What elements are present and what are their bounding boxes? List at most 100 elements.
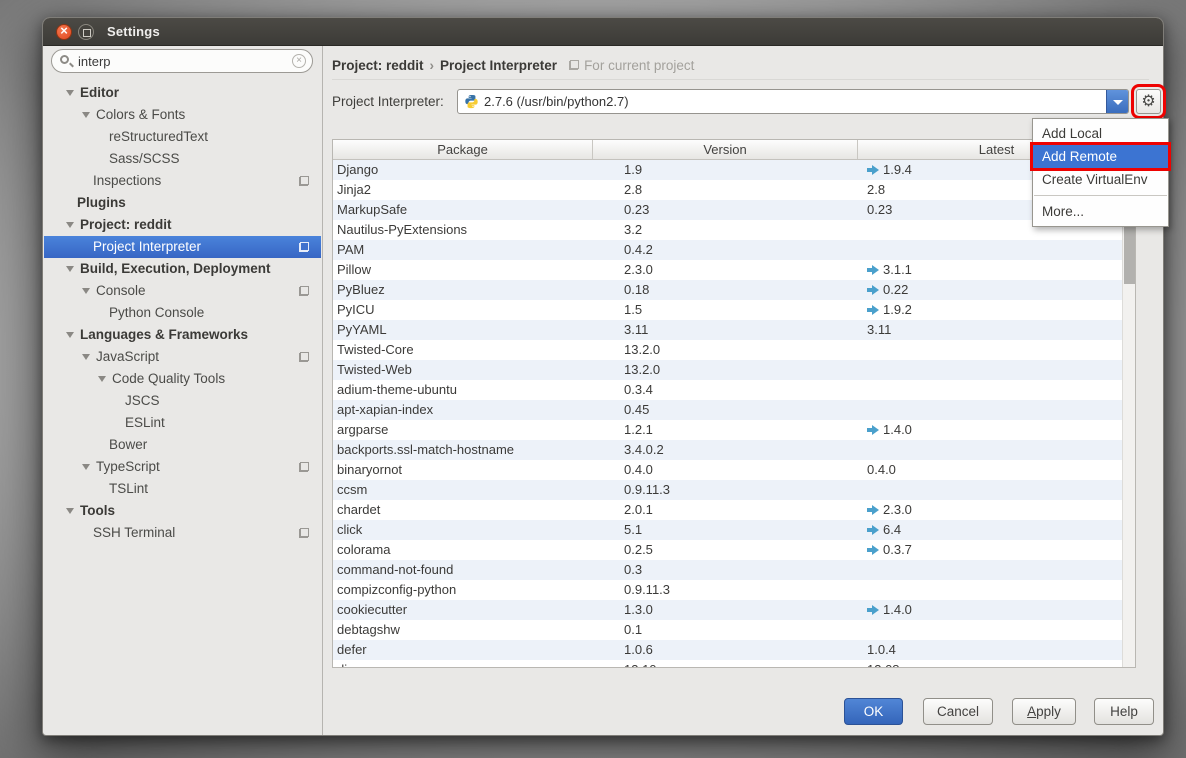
version-cell: 1.2.1 bbox=[593, 420, 858, 440]
table-row[interactable]: chardet2.0.12.3.0 bbox=[333, 500, 1123, 520]
sidebar-item-plugins[interactable]: Plugins bbox=[44, 192, 321, 214]
table-row[interactable]: argparse1.2.11.4.0 bbox=[333, 420, 1123, 440]
package-name-cell: click bbox=[333, 520, 593, 540]
table-row[interactable]: Nautilus-PyExtensions3.2 bbox=[333, 220, 1123, 240]
sidebar-item-label: JavaScript bbox=[96, 349, 159, 364]
table-row[interactable]: Django1.91.9.4 bbox=[333, 160, 1123, 180]
sidebar-item-label: Colors & Fonts bbox=[96, 107, 185, 122]
table-row[interactable]: dirspec13.1013.08 bbox=[333, 660, 1123, 668]
sidebar-item-python-console[interactable]: Python Console bbox=[44, 302, 321, 324]
table-row[interactable]: adium-theme-ubuntu0.3.4 bbox=[333, 380, 1123, 400]
help-button[interactable]: Help bbox=[1094, 698, 1154, 725]
tree-expanded-icon[interactable] bbox=[98, 376, 106, 382]
gear-icon[interactable]: ⚙ bbox=[1136, 89, 1161, 114]
column-header-package[interactable]: Package bbox=[333, 140, 593, 159]
table-row[interactable]: backports.ssl-match-hostname3.4.0.2 bbox=[333, 440, 1123, 460]
tree-expanded-icon[interactable] bbox=[82, 112, 90, 118]
tree-expanded-icon[interactable] bbox=[66, 90, 74, 96]
page-title: Project Interpreter bbox=[440, 58, 557, 73]
version-cell: 13.10 bbox=[593, 660, 858, 668]
table-header: PackageVersionLatest bbox=[333, 140, 1135, 160]
maximize-icon[interactable] bbox=[78, 24, 94, 40]
table-row[interactable]: click5.16.4 bbox=[333, 520, 1123, 540]
search-input[interactable] bbox=[51, 49, 313, 73]
tree-expanded-icon[interactable] bbox=[66, 508, 74, 514]
sidebar-item-eslint[interactable]: ESLint bbox=[44, 412, 321, 434]
tree-expanded-icon[interactable] bbox=[82, 288, 90, 294]
cancel-button[interactable]: Cancel bbox=[923, 698, 993, 725]
sidebar-item-bower[interactable]: Bower bbox=[44, 434, 321, 456]
close-icon[interactable] bbox=[56, 24, 72, 40]
latest-cell: 6.4 bbox=[858, 520, 1123, 540]
sidebar-item-project-interpreter[interactable]: Project Interpreter bbox=[44, 236, 321, 258]
table-row[interactable]: ccsm0.9.11.3 bbox=[333, 480, 1123, 500]
version-cell: 13.2.0 bbox=[593, 360, 858, 380]
version-cell: 0.1 bbox=[593, 620, 858, 640]
package-name-cell: colorama bbox=[333, 540, 593, 560]
version-cell: 1.9 bbox=[593, 160, 858, 180]
table-row[interactable]: Pillow2.3.03.1.1 bbox=[333, 260, 1123, 280]
table-row[interactable]: compizconfig-python0.9.11.3 bbox=[333, 580, 1123, 600]
table-row[interactable]: defer1.0.61.0.4 bbox=[333, 640, 1123, 660]
copy-settings-icon bbox=[299, 242, 309, 252]
menu-item-create-virtualenv[interactable]: Create VirtualEnv bbox=[1033, 168, 1168, 191]
table-row[interactable]: binaryornot0.4.00.4.0 bbox=[333, 460, 1123, 480]
menu-item-add-remote[interactable]: Add Remote bbox=[1033, 145, 1168, 168]
table-row[interactable]: cookiecutter1.3.01.4.0 bbox=[333, 600, 1123, 620]
vertical-scrollbar[interactable] bbox=[1122, 160, 1135, 667]
sidebar-item-jscs[interactable]: JSCS bbox=[44, 390, 321, 412]
chevron-down-icon[interactable] bbox=[1106, 90, 1128, 113]
window-titlebar[interactable]: Settings bbox=[43, 18, 1163, 46]
table-row[interactable]: PAM0.4.2 bbox=[333, 240, 1123, 260]
upgrade-arrow-icon bbox=[867, 525, 879, 534]
clear-search-icon[interactable]: × bbox=[292, 54, 306, 68]
ok-button[interactable]: OK bbox=[844, 698, 903, 725]
sidebar-item-colors-fonts[interactable]: Colors & Fonts bbox=[44, 104, 321, 126]
sidebar-item-sass-scss[interactable]: Sass/SCSS bbox=[44, 148, 321, 170]
latest-cell: 3.11 bbox=[858, 320, 1123, 340]
latest-cell: 0.22 bbox=[858, 280, 1123, 300]
menu-item-more-[interactable]: More... bbox=[1033, 200, 1168, 223]
sidebar-item-typescript[interactable]: TypeScript bbox=[44, 456, 321, 478]
sidebar-item-label: ESLint bbox=[125, 415, 165, 430]
sidebar-item-languages-frameworks[interactable]: Languages & Frameworks bbox=[44, 324, 321, 346]
apply-button[interactable]: Apply bbox=[1012, 698, 1076, 725]
table-row[interactable]: colorama0.2.50.3.7 bbox=[333, 540, 1123, 560]
sidebar-item-javascript[interactable]: JavaScript bbox=[44, 346, 321, 368]
table-row[interactable]: PyBluez0.180.22 bbox=[333, 280, 1123, 300]
copy-settings-icon bbox=[299, 528, 309, 538]
sidebar-item-code-quality-tools[interactable]: Code Quality Tools bbox=[44, 368, 321, 390]
package-name-cell: PyICU bbox=[333, 300, 593, 320]
sidebar-item-ssh-terminal[interactable]: SSH Terminal bbox=[44, 522, 321, 544]
table-row[interactable]: apt-xapian-index0.45 bbox=[333, 400, 1123, 420]
table-row[interactable]: debtagshw0.1 bbox=[333, 620, 1123, 640]
table-row[interactable]: command-not-found0.3 bbox=[333, 560, 1123, 580]
latest-cell: 0.3.7 bbox=[858, 540, 1123, 560]
tree-expanded-icon[interactable] bbox=[82, 464, 90, 470]
tree-expanded-icon[interactable] bbox=[66, 332, 74, 338]
table-row[interactable]: MarkupSafe0.230.23 bbox=[333, 200, 1123, 220]
sidebar-item-build-execution-deployment[interactable]: Build, Execution, Deployment bbox=[44, 258, 321, 280]
table-row[interactable]: PyYAML3.113.11 bbox=[333, 320, 1123, 340]
column-header-version[interactable]: Version bbox=[593, 140, 858, 159]
sidebar-item-console[interactable]: Console bbox=[44, 280, 321, 302]
tree-expanded-icon[interactable] bbox=[66, 266, 74, 272]
table-row[interactable]: Twisted-Web13.2.0 bbox=[333, 360, 1123, 380]
table-row[interactable]: PyICU1.51.9.2 bbox=[333, 300, 1123, 320]
package-name-cell: cookiecutter bbox=[333, 600, 593, 620]
sidebar-item-inspections[interactable]: Inspections bbox=[44, 170, 321, 192]
upgrade-arrow-icon bbox=[867, 545, 879, 554]
interpreter-combobox[interactable]: 2.7.6 (/usr/bin/python2.7) bbox=[457, 89, 1129, 114]
sidebar-item-restructuredtext[interactable]: reStructuredText bbox=[44, 126, 321, 148]
table-row[interactable]: Twisted-Core13.2.0 bbox=[333, 340, 1123, 360]
sidebar-item-project-reddit[interactable]: Project: reddit bbox=[44, 214, 321, 236]
version-cell: 2.0.1 bbox=[593, 500, 858, 520]
sidebar-item-editor[interactable]: Editor bbox=[44, 82, 321, 104]
scrollbar-thumb[interactable] bbox=[1124, 220, 1135, 284]
sidebar-item-tslint[interactable]: TSLint bbox=[44, 478, 321, 500]
table-row[interactable]: Jinja22.82.8 bbox=[333, 180, 1123, 200]
menu-item-add-local[interactable]: Add Local bbox=[1033, 122, 1168, 145]
sidebar-item-tools[interactable]: Tools bbox=[44, 500, 321, 522]
tree-expanded-icon[interactable] bbox=[82, 354, 90, 360]
tree-expanded-icon[interactable] bbox=[66, 222, 74, 228]
